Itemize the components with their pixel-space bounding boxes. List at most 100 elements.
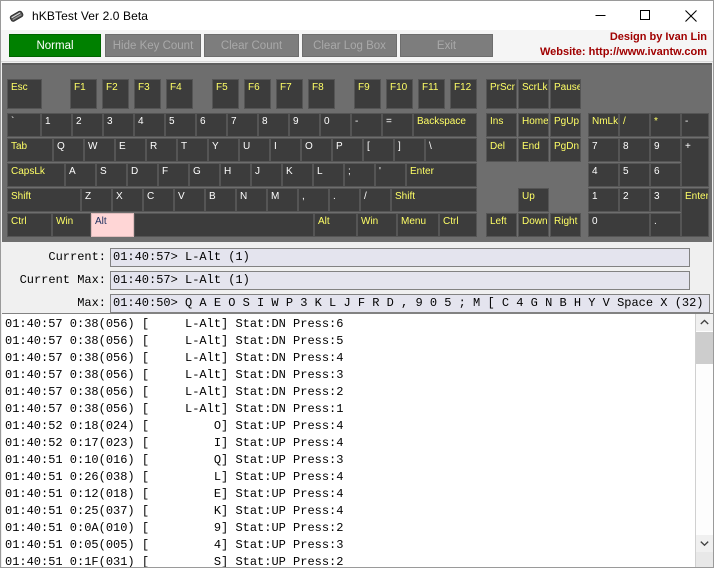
key-win[interactable]: Win: [357, 213, 397, 237]
key-o[interactable]: O: [301, 138, 332, 162]
key-n[interactable]: N: [236, 188, 267, 212]
key-c[interactable]: C: [143, 188, 174, 212]
key-sym[interactable]: ;: [344, 163, 375, 187]
key-sym[interactable]: -: [351, 113, 382, 137]
key-sym[interactable]: [: [363, 138, 394, 162]
toolbar-button-normal[interactable]: Normal: [9, 34, 101, 57]
key-scrlk[interactable]: ScrLk: [518, 79, 549, 109]
key-f1[interactable]: F1: [70, 79, 97, 109]
key-a[interactable]: A: [65, 163, 96, 187]
key-esc[interactable]: Esc: [7, 79, 42, 109]
key-x[interactable]: X: [112, 188, 143, 212]
key-f9[interactable]: F9: [354, 79, 381, 109]
key-m[interactable]: M: [267, 188, 298, 212]
chevron-up-icon[interactable]: [696, 314, 713, 331]
key-f8[interactable]: F8: [308, 79, 335, 109]
key-f12[interactable]: F12: [450, 79, 477, 109]
key-down[interactable]: Down: [518, 213, 549, 237]
key-t[interactable]: T: [177, 138, 208, 162]
key-shift[interactable]: Shift: [391, 188, 477, 212]
key-shift[interactable]: Shift: [7, 188, 81, 212]
key-l[interactable]: L: [313, 163, 344, 187]
key-sym[interactable]: ': [375, 163, 406, 187]
key-home[interactable]: Home: [518, 113, 549, 137]
key-capslk[interactable]: CapsLk: [7, 163, 65, 187]
key-enter[interactable]: Enter: [406, 163, 477, 187]
key-3[interactable]: 3: [103, 113, 134, 137]
key-e[interactable]: E: [115, 138, 146, 162]
key-sym[interactable]: `: [7, 113, 41, 137]
key-2[interactable]: 2: [619, 188, 650, 212]
key-8[interactable]: 8: [619, 138, 650, 162]
key-nmlk[interactable]: NmLk: [588, 113, 619, 137]
key-f6[interactable]: F6: [244, 79, 271, 109]
key-2[interactable]: 2: [72, 113, 103, 137]
key-1[interactable]: 1: [588, 188, 619, 212]
key-0[interactable]: 0: [588, 213, 650, 237]
key-f[interactable]: F: [158, 163, 189, 187]
key-s[interactable]: S: [96, 163, 127, 187]
key-ctrl[interactable]: Ctrl: [7, 213, 52, 237]
key-6[interactable]: 6: [650, 163, 681, 187]
key-sym[interactable]: \: [425, 138, 477, 162]
key-k[interactable]: K: [282, 163, 313, 187]
key-left[interactable]: Left: [486, 213, 517, 237]
key-9[interactable]: 9: [650, 138, 681, 162]
key-prscr[interactable]: PrScr: [486, 79, 517, 109]
key-pgdn[interactable]: PgDn: [550, 138, 581, 162]
toolbar-button-clear-count[interactable]: Clear Count: [204, 34, 299, 57]
key-0[interactable]: 0: [320, 113, 351, 137]
key-w[interactable]: W: [84, 138, 115, 162]
key-enter[interactable]: Enter: [681, 188, 709, 237]
key-3[interactable]: 3: [650, 188, 681, 212]
key-alt[interactable]: Alt: [314, 213, 357, 237]
key-5[interactable]: 5: [619, 163, 650, 187]
key-sym[interactable]: -: [681, 113, 709, 137]
key-b[interactable]: B: [205, 188, 236, 212]
key-d[interactable]: D: [127, 163, 158, 187]
key-y[interactable]: Y: [208, 138, 239, 162]
key-f5[interactable]: F5: [212, 79, 239, 109]
key-f3[interactable]: F3: [134, 79, 161, 109]
toolbar-button-exit[interactable]: Exit: [400, 34, 493, 57]
key-ctrl[interactable]: Ctrl: [439, 213, 477, 237]
key-menu[interactable]: Menu: [397, 213, 439, 237]
key-u[interactable]: U: [239, 138, 270, 162]
key-sym[interactable]: .: [650, 213, 681, 237]
key-tab[interactable]: Tab: [7, 138, 53, 162]
key-4[interactable]: 4: [588, 163, 619, 187]
key-q[interactable]: Q: [53, 138, 84, 162]
key-z[interactable]: Z: [81, 188, 112, 212]
key-alt[interactable]: Alt: [91, 213, 134, 237]
key-7[interactable]: 7: [588, 138, 619, 162]
scrollbar-thumb[interactable]: [696, 332, 713, 364]
key-f10[interactable]: F10: [386, 79, 413, 109]
key-pgup[interactable]: PgUp: [550, 113, 581, 137]
key-5[interactable]: 5: [165, 113, 196, 137]
key-7[interactable]: 7: [227, 113, 258, 137]
maximize-icon[interactable]: [623, 1, 668, 30]
key-end[interactable]: End: [518, 138, 549, 162]
status-value-field[interactable]: 01:40:57> L-Alt (1): [110, 248, 690, 267]
key-f11[interactable]: F11: [418, 79, 445, 109]
key-sym[interactable]: =: [382, 113, 413, 137]
key-win[interactable]: Win: [52, 213, 91, 237]
key-sym[interactable]: ]: [394, 138, 425, 162]
key-4[interactable]: 4: [134, 113, 165, 137]
key-g[interactable]: G: [189, 163, 220, 187]
key-sym[interactable]: /: [619, 113, 650, 137]
key-sym[interactable]: +: [681, 138, 709, 187]
key-del[interactable]: Del: [486, 138, 517, 162]
key-sym[interactable]: *: [650, 113, 681, 137]
key-ins[interactable]: Ins: [486, 113, 517, 137]
key-6[interactable]: 6: [196, 113, 227, 137]
key-p[interactable]: P: [332, 138, 363, 162]
key-right[interactable]: Right: [550, 213, 581, 237]
key-sym[interactable]: .: [329, 188, 360, 212]
log-box[interactable]: 01:40:57 0:38(056) [ L-Alt] Stat:DN Pres…: [2, 313, 713, 567]
key-space[interactable]: [134, 213, 314, 237]
key-sym[interactable]: ,: [298, 188, 329, 212]
log-scrollbar[interactable]: [695, 314, 713, 567]
key-i[interactable]: I: [270, 138, 301, 162]
key-sym[interactable]: /: [360, 188, 391, 212]
